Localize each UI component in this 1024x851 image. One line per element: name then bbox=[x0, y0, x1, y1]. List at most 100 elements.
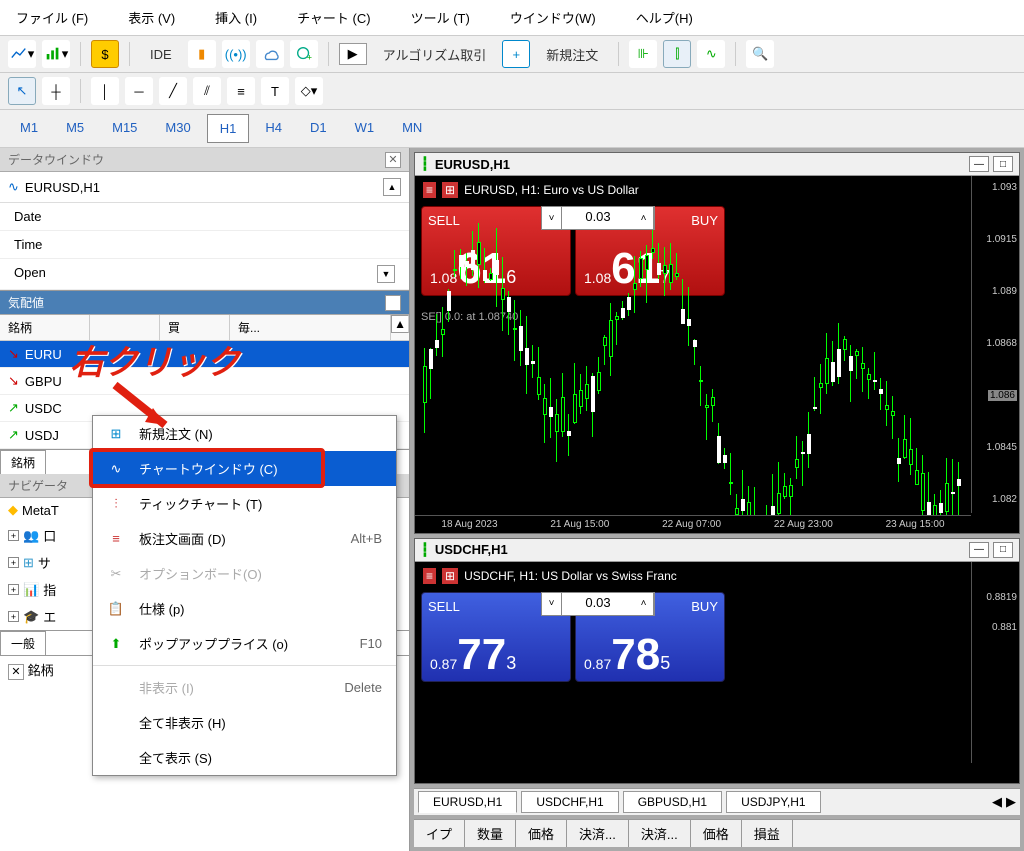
nav-tab-general[interactable]: 一般 bbox=[0, 631, 46, 655]
candle-chart-icon[interactable]: ⫿ bbox=[663, 40, 691, 68]
ctx-tick-chart[interactable]: ⫶ティックチャート (T) bbox=[93, 486, 396, 521]
chart-tab[interactable]: USDCHF,H1 bbox=[521, 791, 618, 813]
cursor-icon[interactable]: ↖ bbox=[8, 77, 36, 105]
separator bbox=[618, 42, 619, 66]
menu-view[interactable]: 表示 (V) bbox=[120, 4, 183, 31]
separator bbox=[735, 42, 736, 66]
dollar-icon[interactable]: $ bbox=[91, 40, 119, 68]
ctx-show-all[interactable]: 全て表示 (S) bbox=[93, 740, 396, 775]
shapes-icon[interactable]: ◇▾ bbox=[295, 77, 323, 105]
tf-m1[interactable]: M1 bbox=[8, 114, 50, 143]
channel-icon[interactable]: ⫽ bbox=[193, 77, 221, 105]
toolbar-draw: ↖ ┼ │ ─ ╱ ⫽ ≡ T ◇▾ bbox=[0, 73, 1024, 110]
chart-window-usdchf: ┇ USDCHF,H1 — □ ≡⊞USDCHF, H1: US Dollar … bbox=[414, 538, 1020, 784]
close-icon[interactable]: ✕ bbox=[385, 295, 401, 311]
maximize-icon[interactable]: □ bbox=[993, 542, 1013, 558]
chart-tabs: EURUSD,H1 USDCHF,H1 GBPUSD,H1 USDJPY,H1 … bbox=[414, 788, 1020, 815]
vline-icon[interactable]: │ bbox=[91, 77, 119, 105]
trendline-icon[interactable]: ╱ bbox=[159, 77, 187, 105]
tf-m30[interactable]: M30 bbox=[153, 114, 202, 143]
data-window-panel: データウインドウ ✕ ∿ EURUSD,H1 ▲ Date Time Open▼ bbox=[0, 148, 409, 291]
text-icon[interactable]: T bbox=[261, 77, 289, 105]
search-icon[interactable]: 🔍 bbox=[746, 40, 774, 68]
chart-title: USDCHF,H1 bbox=[435, 542, 508, 557]
timeframe-bar: M1 M5 M15 M30 H1 H4 D1 W1 MN bbox=[0, 110, 1024, 148]
ctx-spec[interactable]: 📋仕様 (p) bbox=[93, 591, 396, 626]
ctx-option-board: ✂オプションボード(O) bbox=[93, 556, 396, 591]
fibo-icon[interactable]: ≡ bbox=[227, 77, 255, 105]
toolbar-main: ▾ ▾ $ IDE ▮ ((•)) + ▶ アルゴリズム取引 + 新規注文 ⊪ … bbox=[0, 36, 1024, 73]
chart-tab[interactable]: GBPUSD,H1 bbox=[623, 791, 722, 813]
menu-file[interactable]: ファイル (F) bbox=[8, 4, 96, 31]
scroll-up-icon[interactable]: ▲ bbox=[391, 315, 409, 333]
mw-title: 気配値 ✕ bbox=[0, 291, 409, 315]
separator bbox=[129, 42, 130, 66]
ctx-hide: 非表示 (I)Delete bbox=[93, 670, 396, 705]
minimize-icon[interactable]: — bbox=[969, 542, 989, 558]
chart-canvas[interactable]: ≡⊞EURUSD, H1: Euro vs US Dollar SELL 1.0… bbox=[415, 176, 1019, 533]
algo-toggle[interactable]: ▶ bbox=[339, 43, 367, 65]
chart-window-eurusd: ┇ EURUSD,H1 — □ ≡⊞EURUSD, H1: Euro vs US… bbox=[414, 152, 1020, 534]
chart-tab[interactable]: USDJPY,H1 bbox=[726, 791, 820, 813]
scroll-left-icon[interactable]: ◀ bbox=[992, 794, 1002, 810]
dw-date: Date bbox=[0, 203, 409, 231]
data-window-title: データウインドウ ✕ bbox=[0, 148, 409, 172]
tf-m5[interactable]: M5 bbox=[54, 114, 96, 143]
chart-tab[interactable]: EURUSD,H1 bbox=[418, 791, 517, 813]
menu-chart[interactable]: チャート (C) bbox=[289, 4, 379, 31]
dw-symbol: EURUSD,H1 bbox=[25, 180, 100, 195]
minimize-icon[interactable]: — bbox=[969, 156, 989, 172]
candle-icon: ┇ bbox=[421, 542, 429, 558]
scroll-down-icon[interactable]: ▼ bbox=[377, 265, 395, 283]
close-icon[interactable]: ✕ bbox=[385, 152, 401, 168]
menu-window[interactable]: ウインドウ(W) bbox=[502, 4, 604, 31]
ctx-popup-price[interactable]: ⬆ポップアッププライス (o)F10 bbox=[93, 626, 396, 661]
menu-insert[interactable]: 挿入 (I) bbox=[207, 4, 265, 31]
new-order-icon[interactable]: + bbox=[502, 40, 530, 68]
candle-icon: ┇ bbox=[421, 156, 429, 172]
cloud-icon[interactable] bbox=[256, 40, 284, 68]
ctx-hide-all[interactable]: 全て非表示 (H) bbox=[93, 705, 396, 740]
context-menu: ⊞新規注文 (N) ∿チャートウインドウ (C) ⫶ティックチャート (T) ≡… bbox=[92, 415, 397, 776]
svg-text:+: + bbox=[306, 52, 311, 62]
chart-line-icon: ∿ bbox=[8, 179, 19, 195]
separator bbox=[80, 42, 81, 66]
signal-icon[interactable]: ((•)) bbox=[222, 40, 250, 68]
chart-title: EURUSD,H1 bbox=[435, 157, 510, 172]
tf-w1[interactable]: W1 bbox=[343, 114, 387, 143]
tf-mn[interactable]: MN bbox=[390, 114, 434, 143]
line-chart-icon[interactable]: ▾ bbox=[8, 40, 36, 68]
algo-label: アルゴリズム取引 bbox=[373, 41, 497, 68]
globe-plus-icon[interactable]: + bbox=[290, 40, 318, 68]
bar-chart-icon[interactable]: ⊪ bbox=[629, 40, 657, 68]
scroll-up-icon[interactable]: ▲ bbox=[383, 178, 401, 196]
menu-tools[interactable]: ツール (T) bbox=[403, 4, 478, 31]
lot-input[interactable]: ˅0.03˄ bbox=[541, 592, 655, 616]
ctx-depth[interactable]: ≡板注文画面 (D)Alt+B bbox=[93, 521, 396, 556]
chart-canvas[interactable]: ≡⊞USDCHF, H1: US Dollar vs Swiss Franc S… bbox=[415, 562, 1019, 783]
tf-h1[interactable]: H1 bbox=[207, 114, 250, 143]
separator bbox=[80, 79, 81, 103]
mw-tab-symbols[interactable]: 銘柄 bbox=[0, 450, 46, 474]
menu-help[interactable]: ヘルプ(H) bbox=[628, 4, 701, 31]
bars-icon[interactable]: ▾ bbox=[42, 40, 70, 68]
dw-open: Open▼ bbox=[0, 259, 409, 290]
tf-d1[interactable]: D1 bbox=[298, 114, 339, 143]
lot-input[interactable]: ˅0.03˄ bbox=[541, 206, 655, 230]
ide-button[interactable]: IDE bbox=[140, 43, 182, 66]
tf-h4[interactable]: H4 bbox=[253, 114, 294, 143]
maximize-icon[interactable]: □ bbox=[993, 156, 1013, 172]
crosshair-icon[interactable]: ┼ bbox=[42, 77, 70, 105]
hline-icon[interactable]: ─ bbox=[125, 77, 153, 105]
scroll-right-icon[interactable]: ▶ bbox=[1006, 794, 1016, 810]
dw-time: Time bbox=[0, 231, 409, 259]
line-chart2-icon[interactable]: ∿ bbox=[697, 40, 725, 68]
separator bbox=[328, 42, 329, 66]
ctx-chart-window[interactable]: ∿チャートウインドウ (C) bbox=[93, 451, 396, 486]
shopping-bag-icon[interactable]: ▮ bbox=[188, 40, 216, 68]
annotation-arrow bbox=[105, 380, 185, 440]
tf-m15[interactable]: M15 bbox=[100, 114, 149, 143]
close-icon[interactable]: ✕ bbox=[8, 664, 24, 680]
annotation-text: 右クリック bbox=[70, 335, 240, 384]
new-order-label[interactable]: 新規注文 bbox=[536, 41, 608, 68]
